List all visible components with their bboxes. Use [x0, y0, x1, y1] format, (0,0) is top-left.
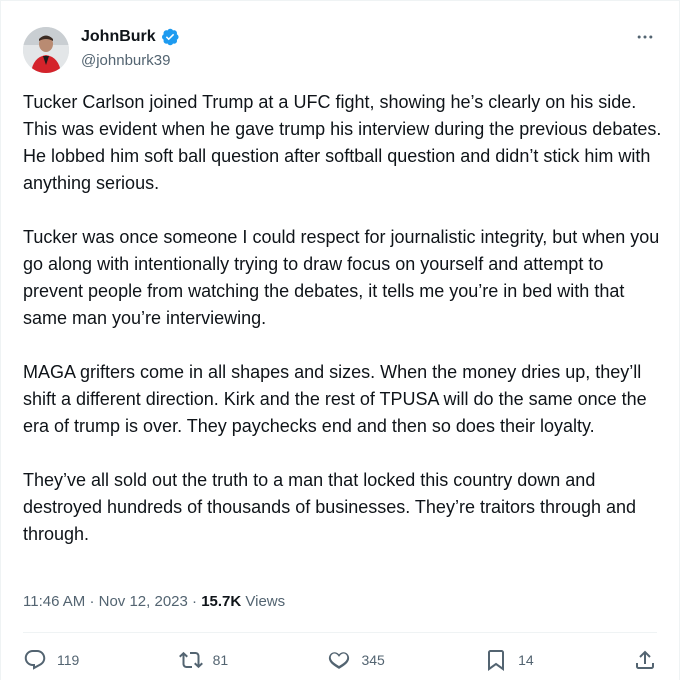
tweet-card: JohnBurk @johnburk39 Tucker Carlson join…: [0, 0, 680, 680]
author-handle[interactable]: @johnburk39: [81, 51, 170, 71]
bookmark-button[interactable]: 14: [484, 648, 534, 672]
bookmark-count: 14: [518, 652, 534, 668]
tweet-date[interactable]: Nov 12, 2023: [99, 593, 188, 610]
tweet-time[interactable]: 11:46 AM: [23, 593, 85, 610]
heart-icon: [329, 652, 350, 669]
author-name-row: JohnBurk: [81, 27, 180, 47]
views-count: 15.7K: [201, 593, 242, 610]
tweet-text: Tucker Carlson joined Trump at a UFC fig…: [23, 92, 662, 544]
repost-button[interactable]: 81: [178, 648, 229, 672]
share-button[interactable]: [633, 648, 657, 672]
avatar-image: [23, 27, 69, 73]
meta-separator: ·: [192, 593, 202, 610]
tweet-meta: 11:46 AM · Nov 12, 2023 · 15.7K Views: [23, 592, 285, 612]
repost-icon: [178, 651, 203, 669]
share-icon: [635, 650, 654, 669]
action-bar: 119 81 345 14: [23, 641, 657, 679]
avatar[interactable]: [23, 27, 69, 73]
verified-badge-icon: [160, 27, 180, 47]
reply-count: 119: [57, 652, 80, 668]
reply-button[interactable]: 119: [23, 648, 79, 672]
like-count: 345: [361, 652, 385, 668]
repost-count: 81: [212, 652, 229, 668]
more-icon[interactable]: [635, 27, 655, 47]
author-display-name[interactable]: JohnBurk: [81, 27, 156, 47]
reply-icon: [24, 650, 46, 670]
bookmark-icon: [488, 650, 505, 671]
meta-separator: ·: [89, 593, 99, 610]
like-button[interactable]: 345: [327, 648, 385, 672]
divider: [23, 632, 657, 633]
views-label: Views: [245, 593, 286, 610]
